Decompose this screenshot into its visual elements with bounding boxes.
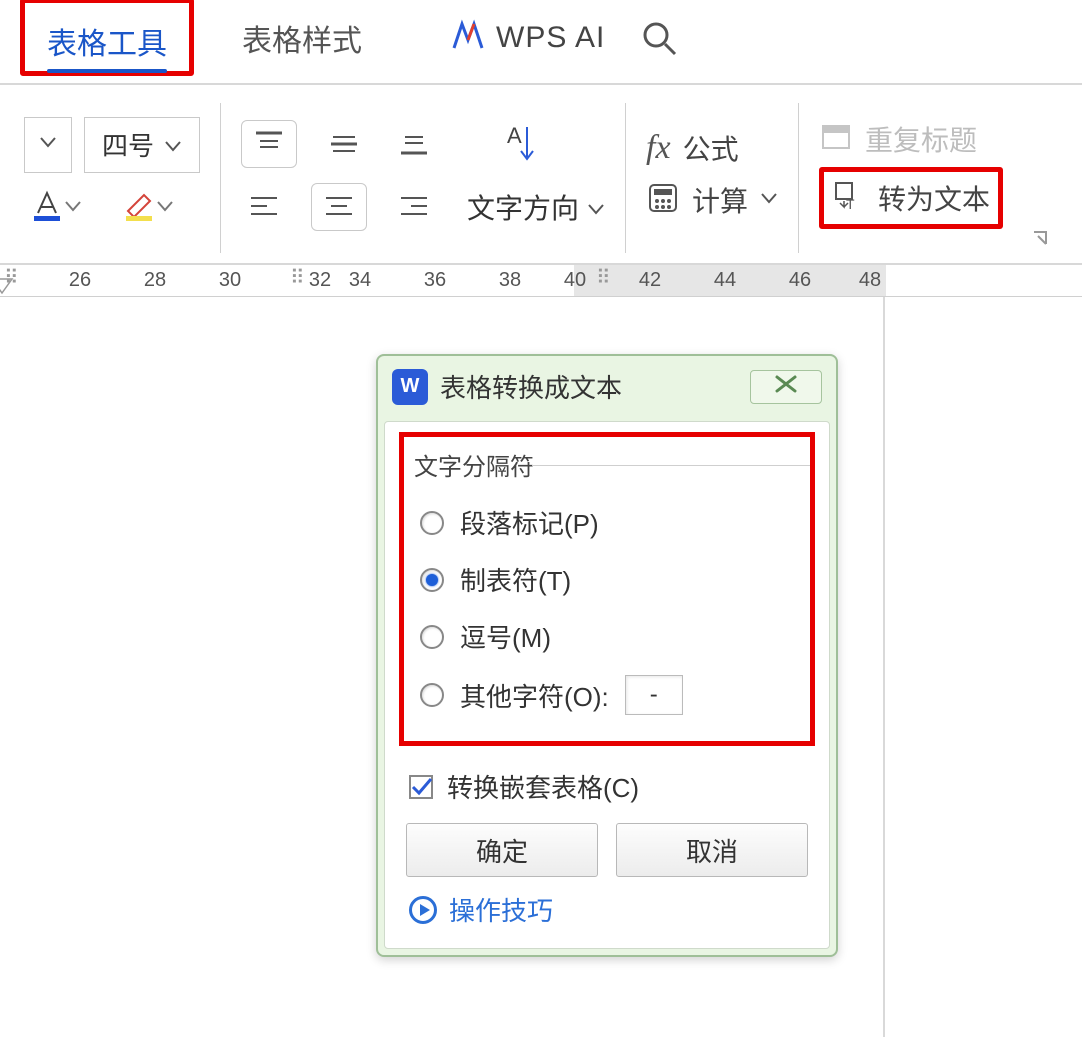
chevron-down-icon [164,129,182,160]
text-direction-label: 文字方向 [467,187,579,227]
repeat-header-icon [819,120,853,159]
ruler-number: 46 [789,269,811,292]
ruler-grip-icon[interactable]: ⠿ [290,265,303,290]
text-direction-icon-button[interactable]: A [491,117,553,171]
highlight-color-button[interactable] [116,185,180,232]
ok-button[interactable]: 确定 [406,823,598,877]
wps-ai-label[interactable]: WPS AI [496,21,605,55]
ruler-grip-icon[interactable]: ⠿ [596,265,609,290]
tips-link[interactable]: 操作技巧 [449,891,553,928]
align-right-button[interactable] [391,186,437,228]
checkbox-label: 转换嵌套表格(C) [447,768,639,805]
calculate-icon [646,181,680,220]
dialog-title: 表格转换成文本 [440,368,622,405]
align-top-button[interactable] [241,120,297,168]
ruler-number: 48 [859,269,881,292]
radio-icon [420,568,444,592]
radio-label: 逗号(M) [460,618,551,655]
ruler-number: 36 [424,269,446,292]
convert-to-text-icon: T [832,179,866,218]
ruler-grip-icon[interactable]: ⠿ [4,265,17,290]
font-size-value: 四号 [102,126,154,163]
close-button[interactable] [750,370,822,404]
align-middle-button[interactable] [321,123,367,165]
separator-legend: 文字分隔符 [414,447,800,482]
ruler-number: 44 [714,269,736,292]
chevron-down-icon [39,135,57,154]
radio-tab[interactable]: 制表符(T) [414,551,800,608]
radio-icon [420,511,444,535]
tab-table-style[interactable]: 表格样式 [224,0,380,68]
play-icon [409,896,437,924]
ruler-number: 26 [69,269,91,292]
radio-other[interactable]: 其他字符(O): - [414,665,800,725]
ruler-number: 32 [309,269,331,292]
radio-icon [420,683,444,707]
tab-tableTools-highlight: 表格工具 [20,0,194,76]
radio-icon [420,625,444,649]
align-bottom-button[interactable] [391,123,437,165]
highlight-icon [122,189,156,228]
radio-comma[interactable]: 逗号(M) [414,608,800,665]
chevron-down-icon [760,191,778,210]
chevron-down-icon [587,191,605,223]
radio-label: 段落标记(P) [460,504,599,541]
font-color-button[interactable] [24,185,88,232]
svg-text:A: A [507,123,522,148]
expand-ribbon-icon[interactable] [1032,230,1052,255]
cancel-button[interactable]: 取消 [616,823,808,877]
align-left-button[interactable] [241,186,287,228]
formula-button[interactable]: 公式 [683,128,739,168]
radio-paragraph[interactable]: 段落标记(P) [414,494,800,551]
align-center-button[interactable] [311,183,367,231]
app-w-icon: W [392,369,428,405]
radio-label: 制表符(T) [460,561,571,598]
formula-fx-icon: fx [646,129,671,167]
horizontal-ruler[interactable]: ⠿ ⠿ ⠿ 26 28 30 32 34 36 38 40 42 44 46 4… [0,265,1082,297]
ruler-number: 38 [499,269,521,292]
font-family-dropdown[interactable] [24,117,72,173]
radio-label: 其他字符(O): [460,677,609,714]
calculate-button[interactable]: 计算 [692,180,748,220]
tab-table-tools[interactable]: 表格工具 [29,3,185,71]
ruler-number: 40 [564,269,586,292]
convert-table-to-text-dialog: W 表格转换成文本 文字分隔符 段落标记(P) 制表符(T) 逗号(M) [376,354,838,957]
font-color-icon [30,189,64,228]
ruler-number: 30 [219,269,241,292]
convert-to-text-button[interactable]: 转为文本 [878,178,990,218]
chevron-down-icon [156,199,174,218]
close-icon [773,374,799,399]
nested-tables-checkbox[interactable]: 转换嵌套表格(C) [405,760,809,823]
ruler-number: 34 [349,269,371,292]
ruler-number: 42 [639,269,661,292]
other-char-input[interactable]: - [625,675,683,715]
text-direction-dropdown[interactable]: 文字方向 [467,187,605,227]
chevron-down-icon [64,199,82,218]
search-icon[interactable] [633,14,685,62]
wps-ai-icon [450,18,486,59]
checkbox-icon [409,775,433,799]
convert-to-text-highlight: T 转为文本 [819,167,1003,229]
separator-section-highlight: 文字分隔符 段落标记(P) 制表符(T) 逗号(M) 其他字符(O): - [399,432,815,746]
ruler-number: 28 [144,269,166,292]
font-size-dropdown[interactable]: 四号 [84,117,200,173]
repeat-header-button: 重复标题 [865,119,977,159]
